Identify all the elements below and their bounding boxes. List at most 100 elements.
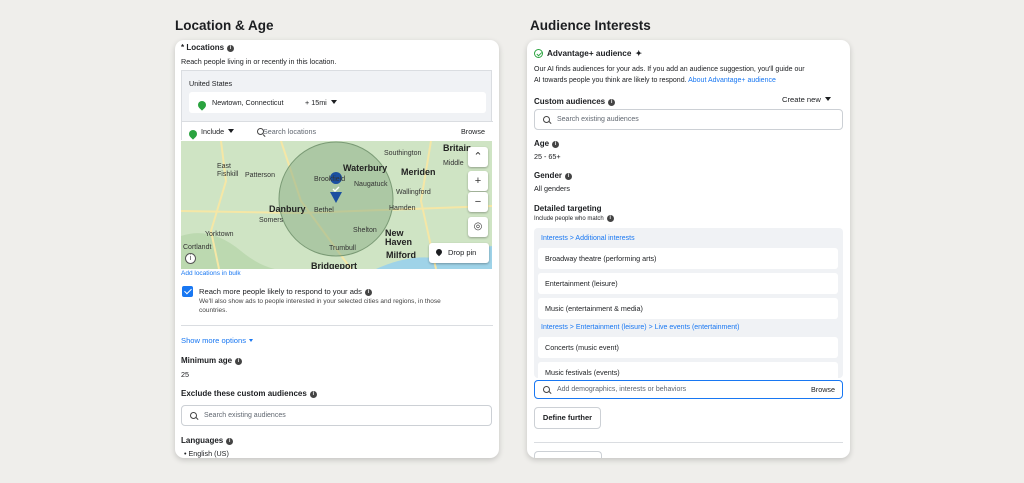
country-label: United States — [189, 79, 233, 88]
info-icon[interactable]: i — [227, 45, 235, 52]
minimum-age-value[interactable]: 25 — [181, 370, 189, 379]
reach-more-description: We'll also show ads to people interested… — [199, 298, 441, 314]
map-city: Trumbull — [329, 245, 356, 252]
add-targeting-input[interactable]: Add demographics, interests or behaviors… — [534, 380, 843, 399]
map-info-icon[interactable]: i — [185, 253, 196, 264]
map-city: Shelton — [353, 227, 377, 234]
section-title-location-age: Location & Age — [175, 18, 274, 33]
map-city: Middle — [443, 160, 464, 167]
search-icon — [190, 411, 198, 420]
map-city: Patterson — [245, 172, 275, 179]
map-city: Danbury — [269, 204, 306, 214]
reach-more-title: Reach more people likely to respond to y… — [199, 287, 372, 296]
map-city: Somers — [259, 217, 284, 224]
targeting-category: Interests > Entertainment (leisure) > Li… — [541, 324, 740, 331]
map-city: Hamden — [389, 205, 416, 212]
info-icon[interactable]: i — [552, 141, 560, 148]
section-title-audience-interests: Audience Interests — [530, 18, 651, 33]
zoom-out-button[interactable]: − — [468, 192, 488, 212]
advantage-title: Advantage+ audience ✦ — [547, 49, 643, 58]
map-city: Waterbury — [343, 163, 388, 173]
info-icon[interactable]: i — [608, 99, 616, 106]
custom-audiences-input[interactable]: Search existing audiences — [534, 109, 843, 130]
map-city: Meriden — [401, 167, 436, 177]
location-pin-icon — [198, 101, 206, 111]
gender-value[interactable]: All genders — [534, 184, 570, 193]
exclude-audiences-input[interactable]: Search existing audiences — [181, 405, 492, 426]
map-city: New Haven — [385, 228, 413, 247]
chevron-down-icon — [249, 339, 254, 342]
map-collapse-button[interactable]: ⌃ — [468, 147, 488, 167]
map-city: Brookfield — [314, 176, 346, 183]
detailed-targeting-sub: Include people who match i — [534, 215, 614, 222]
define-further-button[interactable]: Define further — [534, 407, 601, 429]
locate-button[interactable]: ◎ — [468, 217, 488, 237]
radius-dropdown[interactable]: + 15mi — [305, 98, 337, 107]
map-city: Bridgeport — [311, 261, 357, 269]
zoom-in-button[interactable]: + — [468, 171, 488, 191]
age-value[interactable]: 25 - 65+ — [534, 152, 561, 161]
location-box: United States Newtown, Connecticut + 15m… — [181, 70, 493, 141]
about-advantage-link[interactable]: About Advantage+ audience — [688, 77, 776, 84]
chevron-down-icon — [330, 100, 337, 104]
target-icon: ◎ — [473, 221, 483, 232]
language-item: • English (US) — [184, 449, 229, 458]
audience-interests-panel: Advantage+ audience ✦ Our AI finds audien… — [527, 40, 850, 458]
divider — [181, 325, 493, 326]
create-new-dropdown[interactable]: Create new — [782, 95, 831, 104]
locations-label: * Locations i — [181, 43, 235, 52]
targeting-item[interactable]: Entertainment (leisure) — [538, 273, 838, 294]
location-search-input[interactable]: Search locations — [263, 127, 316, 136]
advantage-description: Our AI finds audiences for your ads. If … — [534, 66, 805, 84]
info-icon[interactable]: i — [235, 358, 243, 365]
location-map[interactable]: Britain Waterbury Southington East Fishk… — [181, 141, 492, 269]
map-city: Naugatuck — [354, 181, 388, 188]
targeting-item[interactable]: Music (entertainment & media) — [538, 298, 838, 319]
location-age-panel: * Locations i Reach people living in or r… — [175, 40, 499, 458]
exclude-audiences-label: Exclude these custom audiences i — [181, 389, 317, 398]
info-icon[interactable]: i — [309, 391, 317, 398]
languages-label: Languages i — [181, 436, 234, 445]
map-terrain — [181, 233, 301, 269]
location-name: Newtown, Connecticut — [212, 98, 284, 107]
check-circle-icon — [534, 49, 543, 58]
location-search-row: Include Search locations Browse — [182, 121, 493, 141]
include-pin-icon — [189, 130, 197, 140]
chevron-down-icon — [228, 129, 235, 133]
include-dropdown[interactable]: Include — [201, 127, 235, 136]
chevron-down-icon — [824, 97, 831, 101]
map-city: Cortlandt — [183, 244, 212, 251]
map-city: Bethel — [314, 207, 334, 214]
info-icon[interactable]: i — [565, 173, 573, 180]
location-chip[interactable]: Newtown, Connecticut + 15mi — [189, 92, 486, 113]
targeting-item[interactable]: Broadway theatre (performing arts) — [538, 248, 838, 269]
reach-more-checkbox[interactable] — [182, 286, 193, 297]
drop-pin-button[interactable]: Drop pin — [429, 243, 489, 263]
info-icon[interactable]: i — [226, 438, 234, 445]
gender-label: Gender i — [534, 171, 573, 180]
map-city: Southington — [384, 150, 422, 157]
info-icon[interactable]: i — [606, 215, 614, 222]
browse-locations-button[interactable]: Browse — [461, 127, 485, 136]
age-label: Age i — [534, 139, 560, 148]
map-city: Wallingford — [396, 189, 431, 196]
partial-button[interactable] — [534, 451, 602, 458]
locations-description: Reach people living in or recently in th… — [181, 57, 337, 66]
minimum-age-label: Minimum age i — [181, 356, 243, 365]
show-more-options-link[interactable]: Show more options — [181, 336, 254, 345]
detailed-targeting-box: Interests > Additional interests Broadwa… — [534, 228, 843, 378]
targeting-category: Interests > Additional interests — [541, 235, 635, 242]
sparkle-icon: ✦ — [635, 49, 643, 58]
map-city: Milford — [386, 250, 416, 260]
map-city: Yorktown — [205, 231, 234, 238]
custom-audiences-label: Custom audiences i — [534, 97, 616, 106]
search-icon — [543, 385, 551, 394]
map-pin-icon — [434, 247, 444, 257]
targeting-item[interactable]: Music festivals (events) — [538, 362, 838, 378]
info-icon[interactable]: i — [364, 289, 372, 296]
search-icon — [543, 115, 551, 124]
divider — [534, 442, 843, 443]
targeting-item[interactable]: Concerts (music event) — [538, 337, 838, 358]
add-locations-bulk-link[interactable]: Add locations in bulk — [181, 270, 241, 277]
browse-targeting-button[interactable]: Browse — [811, 385, 835, 394]
